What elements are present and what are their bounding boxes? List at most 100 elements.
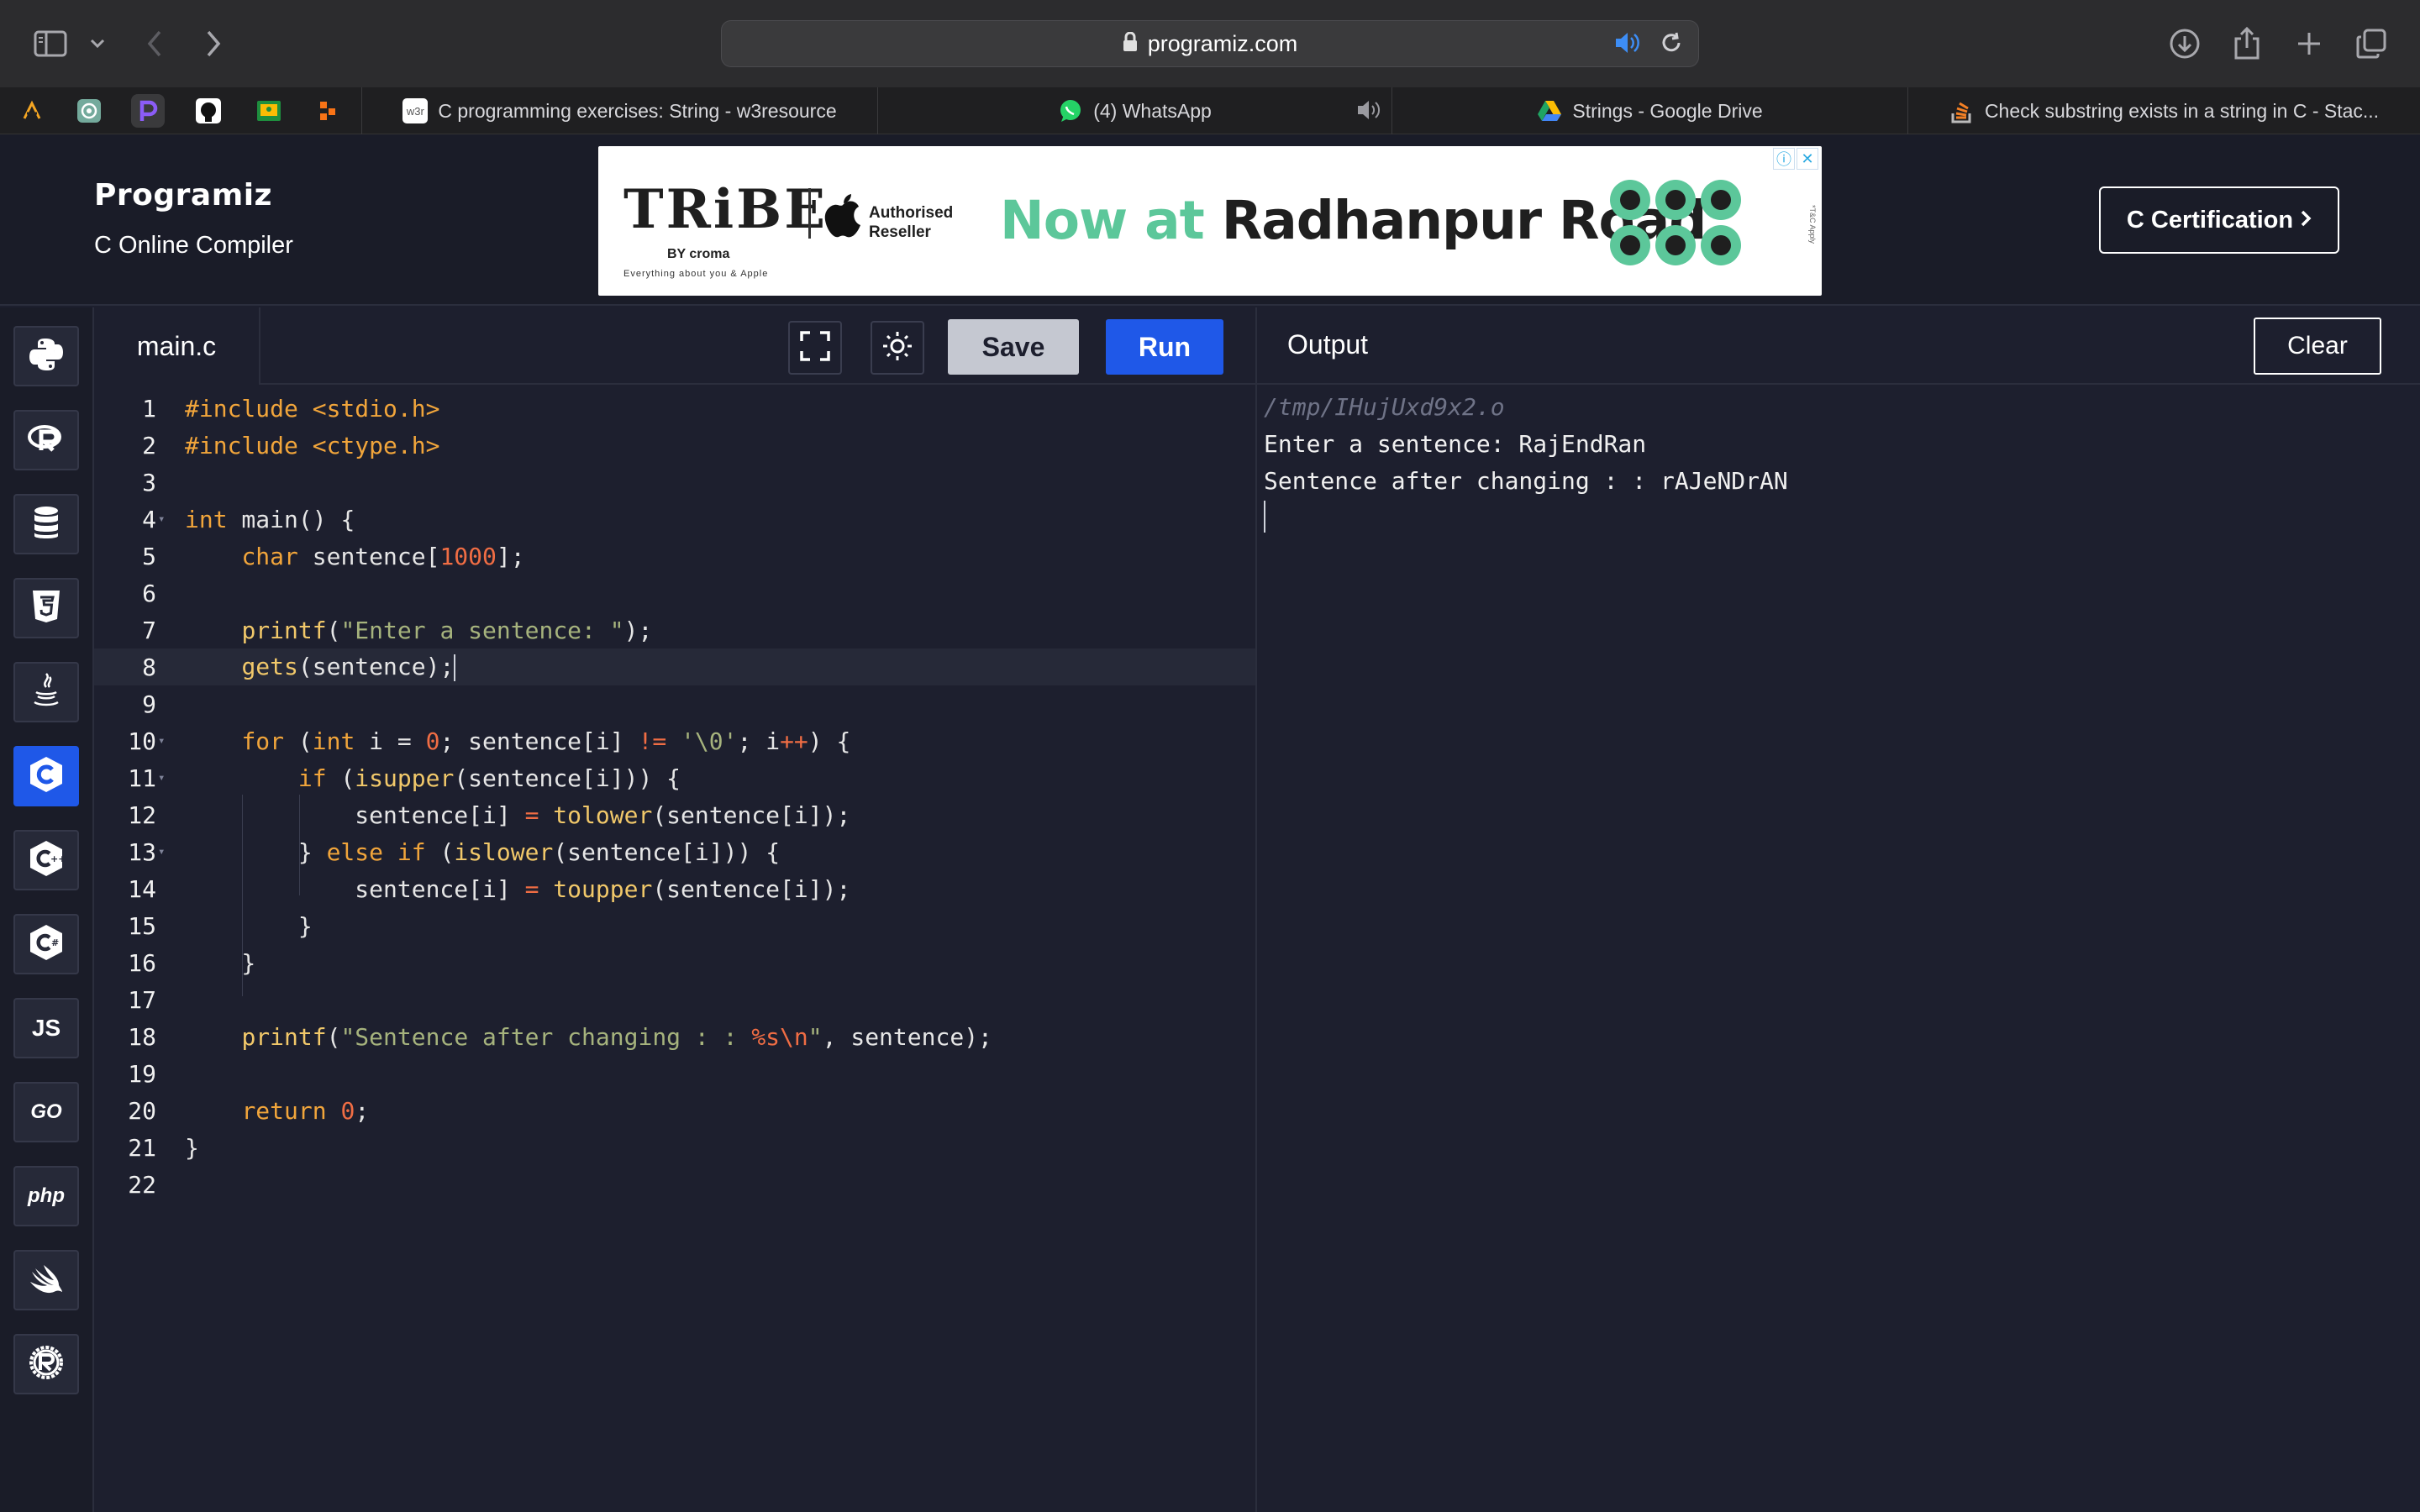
- lang-php-button[interactable]: php: [13, 1166, 79, 1226]
- advertisement-banner[interactable]: TRiBE BY croma Everything about you & Ap…: [598, 146, 1822, 296]
- theme-toggle-button[interactable]: [871, 321, 924, 375]
- code-text: return 0;: [241, 1096, 370, 1125]
- classroom-icon[interactable]: [252, 94, 286, 128]
- ad-brand: TRiBE: [623, 178, 828, 241]
- fullscreen-button[interactable]: [788, 321, 842, 375]
- lang-swift-button[interactable]: [13, 1250, 79, 1310]
- lang-javascript-button[interactable]: JS: [13, 998, 79, 1058]
- forward-icon[interactable]: [195, 25, 232, 62]
- reload-icon[interactable]: [1660, 31, 1683, 59]
- ad-fine-print: *T&C Apply: [1808, 204, 1817, 244]
- text-cursor: [454, 654, 456, 681]
- tab-bar: w3r C programming exercises: String - w3…: [0, 87, 2420, 134]
- line-number: 12: [128, 801, 156, 829]
- tab-audio-icon[interactable]: [1356, 99, 1381, 126]
- sidebar-toggle-icon[interactable]: [32, 25, 69, 62]
- ad-reseller-text: Authorised Reseller: [869, 204, 954, 241]
- tab-label: Strings - Google Drive: [1572, 99, 1763, 122]
- code-line: 17: [94, 981, 1257, 1018]
- code-text: gets(sentence);: [241, 653, 456, 681]
- download-icon[interactable]: [2166, 25, 2203, 62]
- ad-headline-accent: Now at: [1000, 190, 1205, 251]
- output-path-line: /tmp/IHujUxd9x2.o: [1264, 392, 1505, 421]
- fold-arrow-icon[interactable]: ▾: [156, 734, 168, 748]
- code-text: printf("Sentence after changing : : %s\n…: [241, 1022, 992, 1051]
- php-icon: php: [28, 1184, 65, 1207]
- clear-button[interactable]: Clear: [2254, 318, 2381, 375]
- code-text: }: [185, 1133, 199, 1162]
- ad-controls: ⓘ ✕: [1773, 148, 1818, 170]
- whatsapp-icon: [1058, 98, 1083, 123]
- tab-whatsapp[interactable]: (4) WhatsApp: [877, 87, 1392, 134]
- lang-r-button[interactable]: [13, 410, 79, 470]
- tab-w3resource[interactable]: w3r C programming exercises: String - w3…: [361, 87, 877, 134]
- code-line-active: 8 gets(sentence);: [94, 648, 1257, 685]
- code-line: 20 return 0;: [94, 1092, 1257, 1129]
- code-text: } else if (islower(sentence[i])) {: [185, 837, 781, 866]
- lang-csharp-button[interactable]: #: [13, 914, 79, 974]
- ad-pattern-graphic: [1608, 176, 1743, 269]
- tab-label: C programming exercises: String - w3reso…: [438, 99, 837, 122]
- programiz-pinned-tab[interactable]: [131, 94, 165, 128]
- fullscreen-icon: [800, 330, 830, 365]
- lock-icon: [1123, 31, 1138, 56]
- save-button[interactable]: Save: [948, 319, 1079, 375]
- c-icon: [29, 755, 64, 798]
- code-text: sentence[i] = tolower(sentence[i]);: [185, 801, 851, 829]
- code-line: 3: [94, 464, 1257, 501]
- run-button[interactable]: Run: [1106, 319, 1223, 375]
- lang-c-button[interactable]: [13, 746, 79, 806]
- line-number: 14: [128, 874, 156, 903]
- pinned-tab-1[interactable]: [15, 94, 49, 128]
- page-subtitle: C Online Compiler: [94, 232, 293, 259]
- fold-arrow-icon[interactable]: ▾: [156, 845, 168, 858]
- code-line: 6: [94, 575, 1257, 612]
- chevron-down-icon[interactable]: [79, 25, 116, 62]
- url-text: programiz.com: [1147, 30, 1298, 56]
- code-line: 19: [94, 1055, 1257, 1092]
- output-terminal[interactable]: /tmp/IHujUxd9x2.o Enter a sentence: RajE…: [1257, 386, 2420, 1512]
- code-line: 18 printf("Sentence after changing : : %…: [94, 1018, 1257, 1055]
- lang-rust-button[interactable]: [13, 1334, 79, 1394]
- back-icon[interactable]: [136, 25, 173, 62]
- chatgpt-icon[interactable]: [72, 94, 106, 128]
- line-number: 13: [128, 837, 156, 866]
- lang-sql-button[interactable]: [13, 494, 79, 554]
- lang-cpp-button[interactable]: ++: [13, 830, 79, 890]
- lang-java-button[interactable]: [13, 662, 79, 722]
- lang-go-button[interactable]: GO: [13, 1082, 79, 1142]
- tab-google-drive[interactable]: Strings - Google Drive: [1392, 87, 1907, 134]
- code-line: 4 ▾ int main() {: [94, 501, 1257, 538]
- code-line: 15 }: [94, 907, 1257, 944]
- code-line: 13 ▾ } else if (islower(sentence[i])) {: [94, 833, 1257, 870]
- c-certification-button[interactable]: C Certification: [2099, 186, 2339, 254]
- ad-info-icon[interactable]: ⓘ: [1773, 148, 1795, 170]
- tab-stackoverflow[interactable]: Check substring exists in a string in C …: [1907, 87, 2420, 134]
- code-text: #include <stdio.h>: [185, 394, 440, 423]
- javascript-icon: JS: [31, 1015, 61, 1041]
- lang-html-button[interactable]: [13, 578, 79, 638]
- programiz-logo[interactable]: Programiz: [94, 178, 272, 213]
- pinned-tab-6[interactable]: [313, 94, 346, 128]
- github-icon[interactable]: [192, 94, 225, 128]
- line-number: 7: [142, 616, 156, 644]
- code-editor[interactable]: 1 #include <stdio.h> 2 #include <ctype.h> …: [94, 385, 1257, 1512]
- speaker-icon[interactable]: [1614, 31, 1641, 59]
- svg-text:++: ++: [50, 853, 64, 864]
- lang-python-button[interactable]: [13, 326, 79, 386]
- fold-arrow-icon[interactable]: ▾: [156, 512, 168, 526]
- line-number: 20: [128, 1096, 156, 1125]
- site-header: Programiz C Online Compiler TRiBE BY cro…: [0, 134, 2420, 306]
- file-tab-main-c[interactable]: main.c: [94, 307, 260, 386]
- address-bar[interactable]: programiz.com: [721, 20, 1699, 67]
- share-icon[interactable]: [2228, 25, 2265, 62]
- line-number: 10: [128, 727, 156, 755]
- tab-overview-icon[interactable]: [2353, 25, 2390, 62]
- fold-arrow-icon[interactable]: ▾: [156, 771, 168, 785]
- ad-close-icon[interactable]: ✕: [1797, 148, 1818, 170]
- new-tab-icon[interactable]: [2291, 25, 2328, 62]
- code-text: #include <ctype.h>: [185, 431, 440, 459]
- csharp-icon: #: [29, 923, 64, 966]
- cert-button-label: C Certification: [2126, 206, 2294, 234]
- w3resource-icon: w3r: [402, 98, 429, 123]
